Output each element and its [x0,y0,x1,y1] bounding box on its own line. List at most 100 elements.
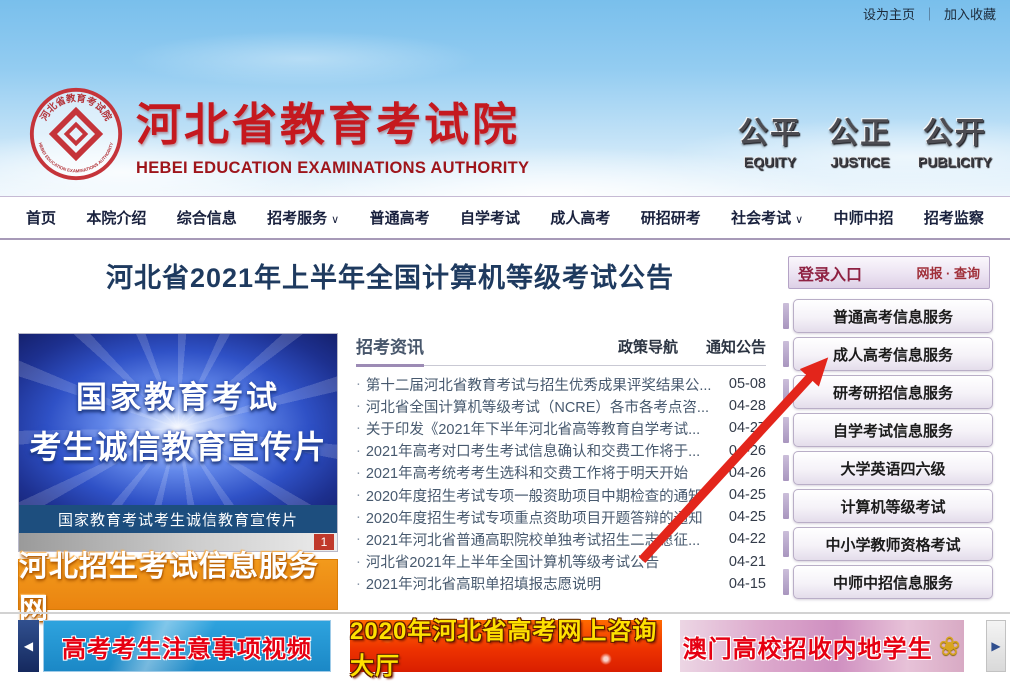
news-item[interactable]: · 第十二届河北省教育考试与招生优秀成果评奖结果公...05-08 [356,373,766,395]
nav-secondary-normal[interactable]: 中师中招 [834,207,894,228]
sidebar-services: 普通高考信息服务 成人高考信息服务 研考研招信息服务 自学考试信息服务 大学英语… [783,300,993,604]
video-text-line2: 考生诚信教育宣传片 [19,422,337,468]
sidebar-btn-adult-exam-info[interactable]: 成人高考信息服务 [793,337,993,371]
left-arrow-icon: ◀ [24,639,33,653]
sidebar-row: 计算机等级考试 [783,490,993,522]
bullet-icon: · [356,376,361,392]
purple-tab-icon [783,417,789,443]
news-tabs: 政策导航 通知公告 [618,336,766,365]
service-site-banner[interactable]: 河北招生考试信息服务网 [18,559,338,610]
sidebar-row: 中师中招信息服务 [783,566,993,598]
tab-notices[interactable]: 通知公告 [706,336,766,357]
banner-online-consult-hall[interactable]: 2020年河北省高考网上咨询大厅 [350,620,662,672]
news-item[interactable]: ·关于印发《2021年下半年河北省高等教育自学考试...04-27 [356,417,766,439]
carousel-prev-button[interactable]: ◀ [18,620,39,672]
purple-tab-icon [783,531,789,557]
news-item[interactable]: · 2020年度招生考试专项一般资助项目中期检查的通知04-25 [356,484,766,506]
news-item-title: 2020年度招生考试专项重点资助项目开题答辩的通知 [366,507,720,528]
nav-general-info[interactable]: 综合信息 [177,207,237,228]
news-item-date: 04-25 [720,487,766,503]
bullet-icon: · [356,576,361,592]
news-header: 招考资讯 政策导航 通知公告 [356,333,766,366]
nav-supervision[interactable]: 招考监察 [924,207,984,228]
news-item[interactable]: ·2021年高考统考考生选科和交费工作将于明天开始04-26 [356,462,766,484]
main-headline[interactable]: 河北省2021年上半年全国计算机等级考试公告 [10,256,770,295]
motto-publicity: 公开 PUBLICITY [918,108,992,170]
news-item-title: 2020年度招生考试专项一般资助项目中期检查的通知 [366,485,720,506]
news-item-title: 2021年高考统考考生选科和交费工作将于明天开始 [366,462,720,483]
site-title: 河北省教育考试院 [136,88,556,153]
news-item[interactable]: ·2021年高考对口考生考试信息确认和交费工作将于...04-26 [356,440,766,462]
tab-policy-nav[interactable]: 政策导航 [618,336,678,357]
motto-equity-en: EQUITY [738,154,802,170]
motto-publicity-en: PUBLICITY [918,154,992,170]
news-item-date: 05-08 [720,376,766,392]
sidebar-row: 成人高考信息服务 [783,338,993,370]
promo-video-box[interactable]: 国家教育考试 考生诚信教育宣传片 国家教育考试考生诚信教育宣传片 1 [18,333,338,552]
sidebar-btn-ncre[interactable]: 计算机等级考试 [793,489,993,523]
login-entry-box[interactable]: 登录入口 网报 · 查询 [788,256,990,289]
purple-tab-icon [783,455,789,481]
sidebar-btn-secondary-normal-info[interactable]: 中师中招信息服务 [793,565,993,599]
motto-equity-zh: 公平 [738,108,802,152]
nav-adult-exam[interactable]: 成人高考 [550,207,610,228]
bullet-icon: · [356,398,361,414]
sidebar-btn-teacher-cert[interactable]: 中小学教师资格考试 [793,527,993,561]
top-links-separator: ｜ [923,4,936,23]
bullet-icon: · [356,509,361,525]
news-item[interactable]: ·2021年河北省普通高职院校单独考试招生二志愿征...04-22 [356,528,766,550]
sidebar-row: 大学英语四六级 [783,452,993,484]
sidebar-btn-self-study-info[interactable]: 自学考试信息服务 [793,413,993,447]
news-item[interactable]: ·2021年河北省高职单招填报志愿说明04-15 [356,573,766,595]
login-entry-title: 登录入口 [798,261,862,285]
news-section-title[interactable]: 招考资讯 [356,333,424,367]
bullet-icon: · [356,531,361,547]
news-item[interactable]: ·河北省全国计算机等级考试（NCRE）各市各考点咨...04-28 [356,395,766,417]
news-item-date: 04-26 [720,465,766,481]
nav-gaokao[interactable]: 普通高考 [370,207,430,228]
sidebar-btn-gaokao-info[interactable]: 普通高考信息服务 [793,299,993,333]
purple-tab-icon [783,303,789,329]
nav-self-study[interactable]: 自学考试 [460,207,520,228]
news-item-date: 04-28 [720,398,766,414]
top-links: 设为主页 ｜ 加入收藏 [863,4,996,23]
nav-exam-services[interactable]: 招考服务 ∨ [267,207,339,228]
site-subtitle: HEBEI EDUCATION EXAMINATIONS AUTHORITY [136,159,556,178]
news-item-title: 关于印发《2021年下半年河北省高等教育自学考试... [366,418,720,439]
nav-social-exam[interactable]: 社会考试∨ [731,207,803,228]
sidebar-row: 自学考试信息服务 [783,414,993,446]
sidebar-row: 中小学教师资格考试 [783,528,993,560]
banner-online-consult-hall-text: 2020年河北省高考网上咨询大厅 [350,611,662,681]
motto-justice: 公正 JUSTICE [828,108,892,170]
sidebar-btn-graduate-info[interactable]: 研考研招信息服务 [793,375,993,409]
bullet-icon: · [356,487,361,503]
nav-home[interactable]: 首页 [26,207,56,228]
video-text-line1: 国家教育考试 [19,372,337,417]
news-item-title: 2021年高考对口考生考试信息确认和交费工作将于... [366,440,720,461]
news-item[interactable]: ·2020年度招生考试专项重点资助项目开题答辩的通知04-25 [356,506,766,528]
news-item[interactable]: ·河北省2021年上半年全国计算机等级考试公告04-21 [356,551,766,573]
news-item-date: 04-21 [720,554,766,570]
site-brand: 河北省教育考试院 HEBEI EDUCATION EXAMINATIONS AU… [136,88,556,178]
set-home-link[interactable]: 设为主页 [863,4,915,23]
sidebar-btn-cet[interactable]: 大学英语四六级 [793,451,993,485]
news-item-title: 2021年河北省普通高职院校单独考试招生二志愿征... [366,529,720,550]
video-caption: 国家教育考试考生诚信教育宣传片 [19,505,337,533]
carousel-next-button[interactable]: ▶ [986,620,1006,672]
nav-social-exam-label: 社会考试 [731,210,791,227]
chevron-down-icon: ∨ [331,214,339,226]
news-section: 招考资讯 政策导航 通知公告 · 第十二届河北省教育考试与招生优秀成果评奖结果公.… [356,333,766,595]
news-item-title: 河北省2021年上半年全国计算机等级考试公告 [366,551,720,572]
add-favorite-link[interactable]: 加入收藏 [944,4,996,23]
banner-gaokao-video[interactable]: 高考考生注意事项视频 [43,620,331,672]
promo-video-thumbnail[interactable]: 国家教育考试 考生诚信教育宣传片 [19,334,337,505]
news-item-title: 第十二届河北省教育考试与招生优秀成果评奖结果公... [366,374,720,395]
login-report-query-links[interactable]: 网报 · 查询 [916,263,980,282]
nav-exam-services-label: 招考服务 [267,210,327,227]
banner-macau-universities-text: 澳门高校招收内地学生 [683,629,933,664]
purple-tab-icon [783,493,789,519]
banner-macau-universities[interactable]: 澳门高校招收内地学生 ❀ [680,620,964,672]
nav-about[interactable]: 本院介绍 [86,207,146,228]
sidebar-row: 研考研招信息服务 [783,376,993,408]
nav-graduate-exam[interactable]: 研招研考 [641,207,701,228]
